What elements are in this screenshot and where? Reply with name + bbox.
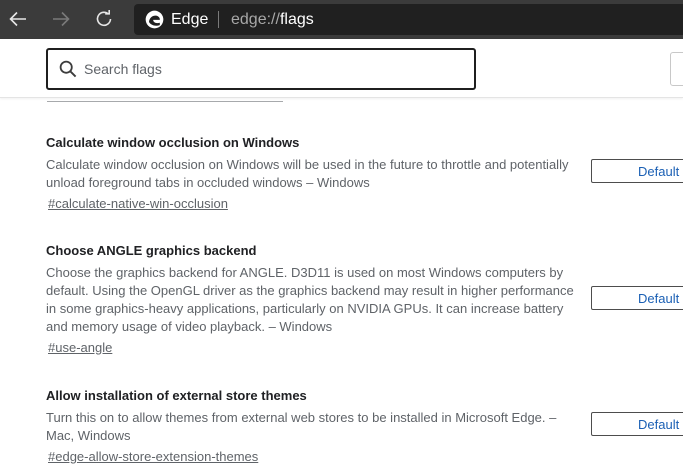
flag-description: Calculate window occlusion on Windows wi… xyxy=(46,157,569,190)
refresh-icon xyxy=(96,10,112,27)
flag-title: Allow installation of external store the… xyxy=(46,388,307,403)
url-text[interactable]: edge://flags xyxy=(231,10,314,29)
edge-logo-icon xyxy=(145,10,164,29)
flags-list: Calculate window occlusion on Windows Ca… xyxy=(0,97,683,468)
flags-header xyxy=(0,39,683,98)
flag-item: Allow installation of external store the… xyxy=(46,388,586,466)
arrow-left-icon xyxy=(9,11,26,27)
forward-button[interactable] xyxy=(46,4,76,34)
url-scheme: edge:// xyxy=(231,11,280,28)
flag-description: Turn this on to allow themes from extern… xyxy=(46,410,557,443)
flag-item: Choose ANGLE graphics backend Choose the… xyxy=(46,243,586,357)
search-box[interactable] xyxy=(46,48,476,90)
search-icon xyxy=(59,60,77,78)
flag-title: Choose ANGLE graphics backend xyxy=(46,243,257,258)
flag-state-select[interactable]: Default xyxy=(591,286,683,310)
flag-state-select[interactable]: Default xyxy=(591,159,683,183)
flag-description: Choose the graphics backend for ANGLE. D… xyxy=(46,265,574,334)
address-bar[interactable]: Edge edge://flags xyxy=(134,4,683,35)
flag-state-select[interactable]: Default xyxy=(591,412,683,436)
reset-all-button[interactable] xyxy=(670,52,683,86)
browser-toolbar: Edge edge://flags xyxy=(0,0,683,39)
flag-anchor-link[interactable]: #edge-allow-store-extension-themes xyxy=(48,449,258,465)
site-name: Edge xyxy=(171,11,209,28)
flag-title: Calculate window occlusion on Windows xyxy=(46,135,300,150)
flag-anchor-link[interactable]: #use-angle xyxy=(48,340,112,356)
address-divider xyxy=(218,11,219,28)
refresh-button[interactable] xyxy=(89,4,119,34)
flag-item: Calculate window occlusion on Windows Ca… xyxy=(46,135,586,213)
search-input[interactable] xyxy=(84,50,464,88)
url-path: flags xyxy=(279,11,314,28)
flag-anchor-link[interactable]: #calculate-native-win-occlusion xyxy=(48,196,228,212)
back-button[interactable] xyxy=(3,4,33,34)
arrow-right-icon xyxy=(53,11,70,27)
